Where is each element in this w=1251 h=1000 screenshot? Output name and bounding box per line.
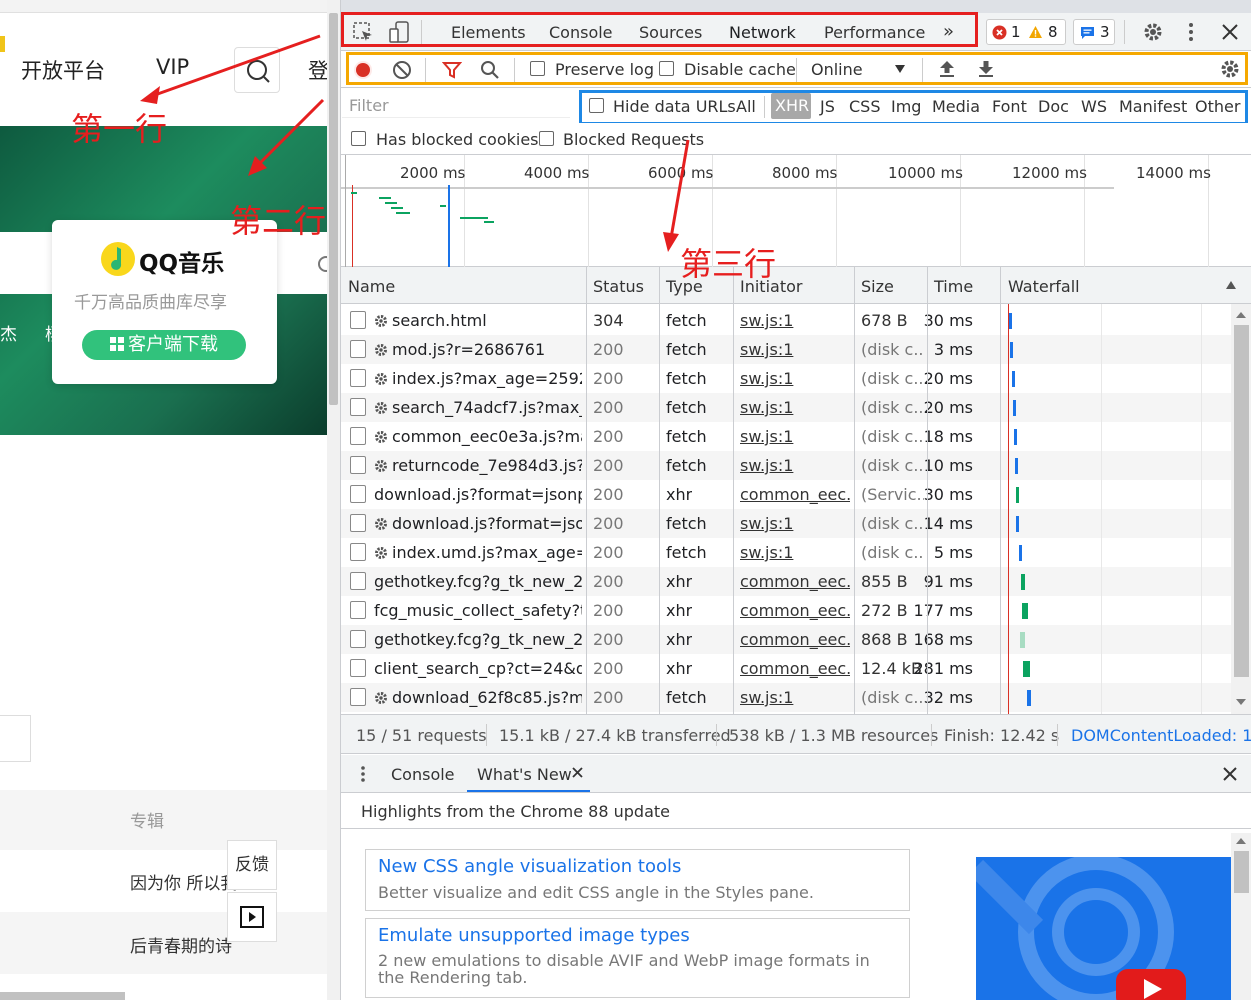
annotation-label-row1: 第一行 (71, 110, 168, 148)
annotation-label-row2: 第二行 (230, 202, 327, 240)
annotation-label-row3: 第三行 (680, 245, 777, 283)
annotation-arrows (140, 34, 690, 252)
